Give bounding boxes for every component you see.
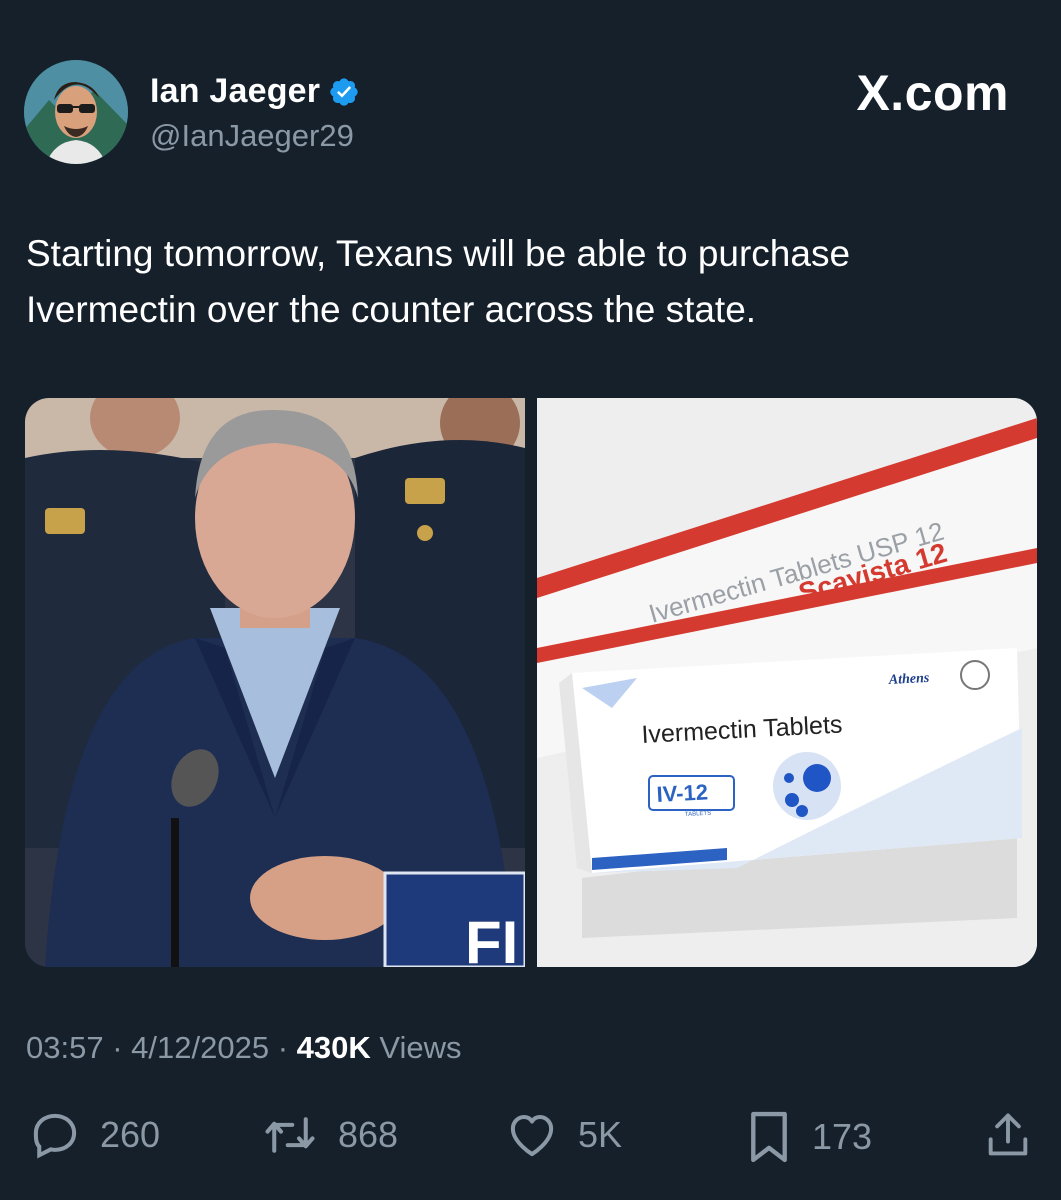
repost-count: 868 [338, 1114, 399, 1155]
verified-badge-icon [330, 77, 358, 106]
like-button[interactable]: 5K [504, 1108, 622, 1162]
share-button[interactable] [982, 1108, 1034, 1162]
tweet-meta: 03:57 · 4/12/2025 · 430K Views [26, 1030, 462, 1066]
reply-button[interactable]: 260 [28, 1108, 160, 1162]
author-handle[interactable]: @IanJaeger29 [150, 118, 354, 154]
author-avatar[interactable] [24, 60, 128, 164]
media-image-press-conference[interactable]: FI [25, 398, 525, 967]
tweet-text: Starting tomorrow, Texans will be able t… [26, 233, 851, 330]
tweet-media[interactable]: FI Ivermectin Tablets USP 12 Scavista 12… [25, 398, 1037, 967]
podium-sign-text: FI [465, 909, 518, 967]
views-label: Views [379, 1030, 462, 1065]
action-bar: 260 868 5K 173 [0, 1108, 1061, 1168]
meta-separator-2: · [277, 1030, 289, 1065]
bookmark-icon [751, 1111, 787, 1163]
meta-separator-1: · [112, 1030, 123, 1065]
views-count: 430K [296, 1030, 371, 1065]
avatar-photo [24, 60, 128, 164]
like-count: 5K [578, 1114, 623, 1155]
tweet-time[interactable]: 03:57 [26, 1030, 104, 1065]
front-box-code: IV-12 [656, 779, 709, 807]
tweet-date[interactable]: 4/12/2025 [131, 1030, 269, 1065]
bookmark-count: 173 [812, 1116, 873, 1157]
author-name-row[interactable]: Ian Jaeger [150, 72, 360, 111]
media-image-ivermectin-box[interactable]: Ivermectin Tablets USP 12 Scavista 12 10… [537, 398, 1037, 967]
author-display-name[interactable]: Ian Jaeger [150, 72, 320, 111]
brand-x-logo: X.com [856, 65, 1009, 121]
front-box-brand: Athens [887, 671, 930, 688]
repost-button[interactable]: 868 [260, 1108, 398, 1162]
press-conference-photo: FI [25, 398, 525, 967]
repost-icon [265, 1117, 315, 1153]
ivermectin-box-photo: Ivermectin Tablets USP 12 Scavista 12 10… [537, 398, 1037, 967]
heart-icon [510, 1114, 554, 1157]
reply-icon [33, 1113, 77, 1159]
share-icon [988, 1113, 1028, 1156]
reply-count: 260 [100, 1114, 161, 1155]
bookmark-button[interactable]: 173 [744, 1108, 872, 1166]
